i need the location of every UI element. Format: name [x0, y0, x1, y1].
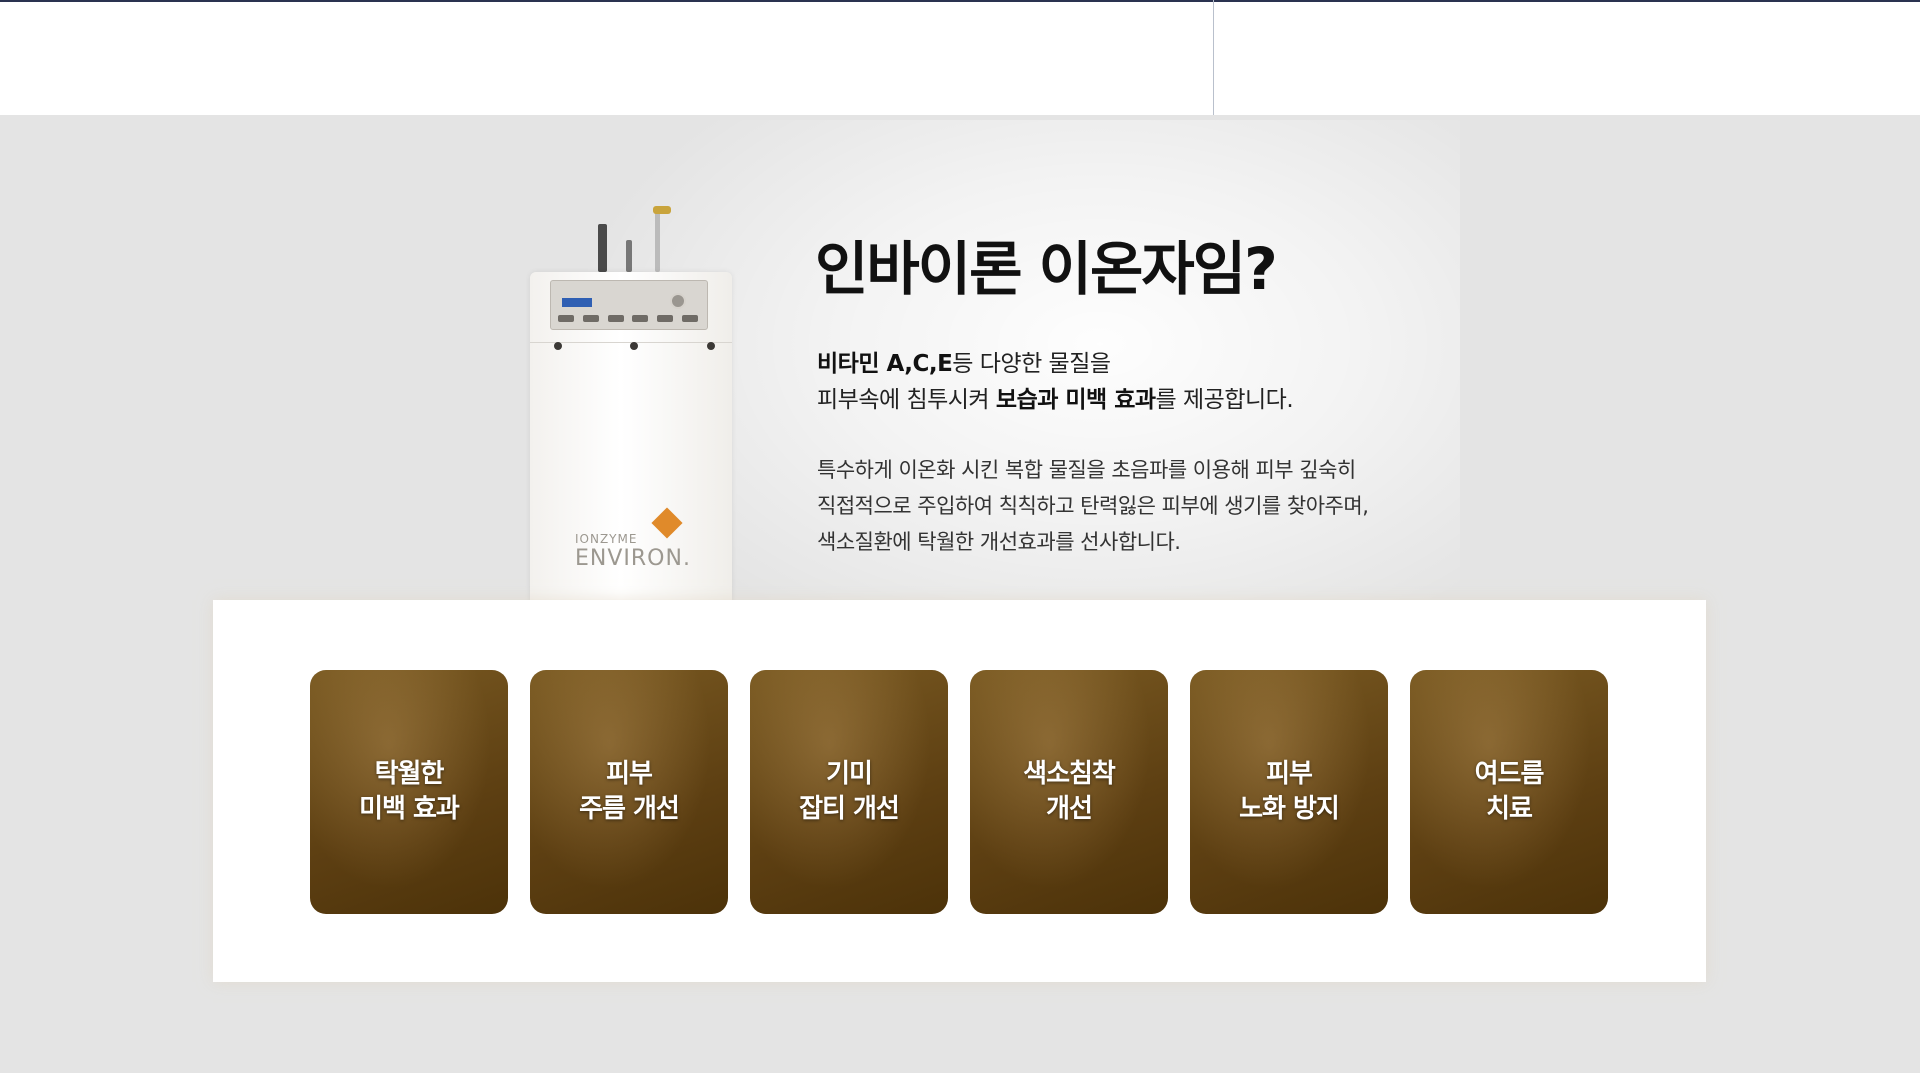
device-screen [562, 298, 592, 307]
effect-card-pigmentation[interactable]: 색소침착 개선 [970, 670, 1168, 914]
device-port-2 [630, 342, 638, 350]
effect-card-whitening[interactable]: 탁월한 미백 효과 [310, 670, 508, 914]
device-button-row [558, 315, 698, 323]
header-divider [1213, 0, 1214, 115]
effect-card-label: 색소침착 개선 [1023, 759, 1116, 824]
effects-card-list: 탁월한 미백 효과 피부 주름 개선 기미 잡티 개선 색소침착 개선 피부 노… [310, 670, 1608, 914]
device-handle-1 [598, 224, 607, 272]
device-handle-2 [626, 240, 632, 272]
intro-p2-line-3: 색소질환에 탁월한 개선효과를 선사합니다. [817, 530, 1181, 554]
effect-card-blemish[interactable]: 기미 잡티 개선 [750, 670, 948, 914]
page-title: 인바이론 이온자임? [815, 235, 1278, 303]
effect-card-acne[interactable]: 여드름 치료 [1410, 670, 1608, 914]
intro-paragraph-1: 비타민 A,C,E등 다양한 물질을 피부속에 침투시켜 보습과 미백 효과를 … [817, 346, 1294, 418]
device-port-1 [554, 342, 562, 350]
effects-panel: 탁월한 미백 효과 피부 주름 개선 기미 잡티 개선 색소침착 개선 피부 노… [213, 600, 1706, 982]
intro-p1-text-2: 피부속에 침투시켜 [817, 387, 996, 413]
intro-p2-line-1: 특수하게 이온화 시킨 복합 물질을 초음파를 이용해 피부 깊숙히 [817, 458, 1356, 482]
effect-card-label: 피부 노화 방지 [1239, 759, 1340, 824]
effect-card-wrinkle[interactable]: 피부 주름 개선 [530, 670, 728, 914]
ionzyme-device-image: IONZYME ENVIRON. [520, 200, 740, 605]
device-brand-small: IONZYME [575, 532, 638, 546]
intro-p1-text-3: 를 제공합니다. [1155, 387, 1294, 413]
effect-card-label: 탁월한 미백 효과 [359, 759, 460, 824]
intro-paragraph-2: 특수하게 이온화 시킨 복합 물질을 초음파를 이용해 피부 깊숙히 직접적으로… [817, 452, 1369, 560]
device-handle-3 [655, 212, 660, 272]
device-port-3 [707, 342, 715, 350]
effect-card-anti-aging[interactable]: 피부 노화 방지 [1190, 670, 1388, 914]
effect-card-label: 여드름 치료 [1474, 759, 1545, 824]
intro-p1-bold-1: 비타민 A,C,E [817, 351, 953, 377]
device-knob [670, 293, 686, 309]
intro-p1-bold-2: 보습과 미백 효과 [995, 387, 1156, 413]
intro-p1-text-1: 등 다양한 물질을 [952, 351, 1111, 377]
effect-card-label: 기미 잡티 개선 [799, 759, 900, 824]
effect-card-label: 피부 주름 개선 [579, 759, 680, 824]
intro-p2-line-2: 직접적으로 주입하여 칙칙하고 탄력잃은 피부에 생기를 찾아주며, [817, 494, 1369, 518]
device-brand-big: ENVIRON. [575, 546, 691, 571]
device-roller [653, 206, 671, 214]
top-header-band [0, 0, 1920, 115]
